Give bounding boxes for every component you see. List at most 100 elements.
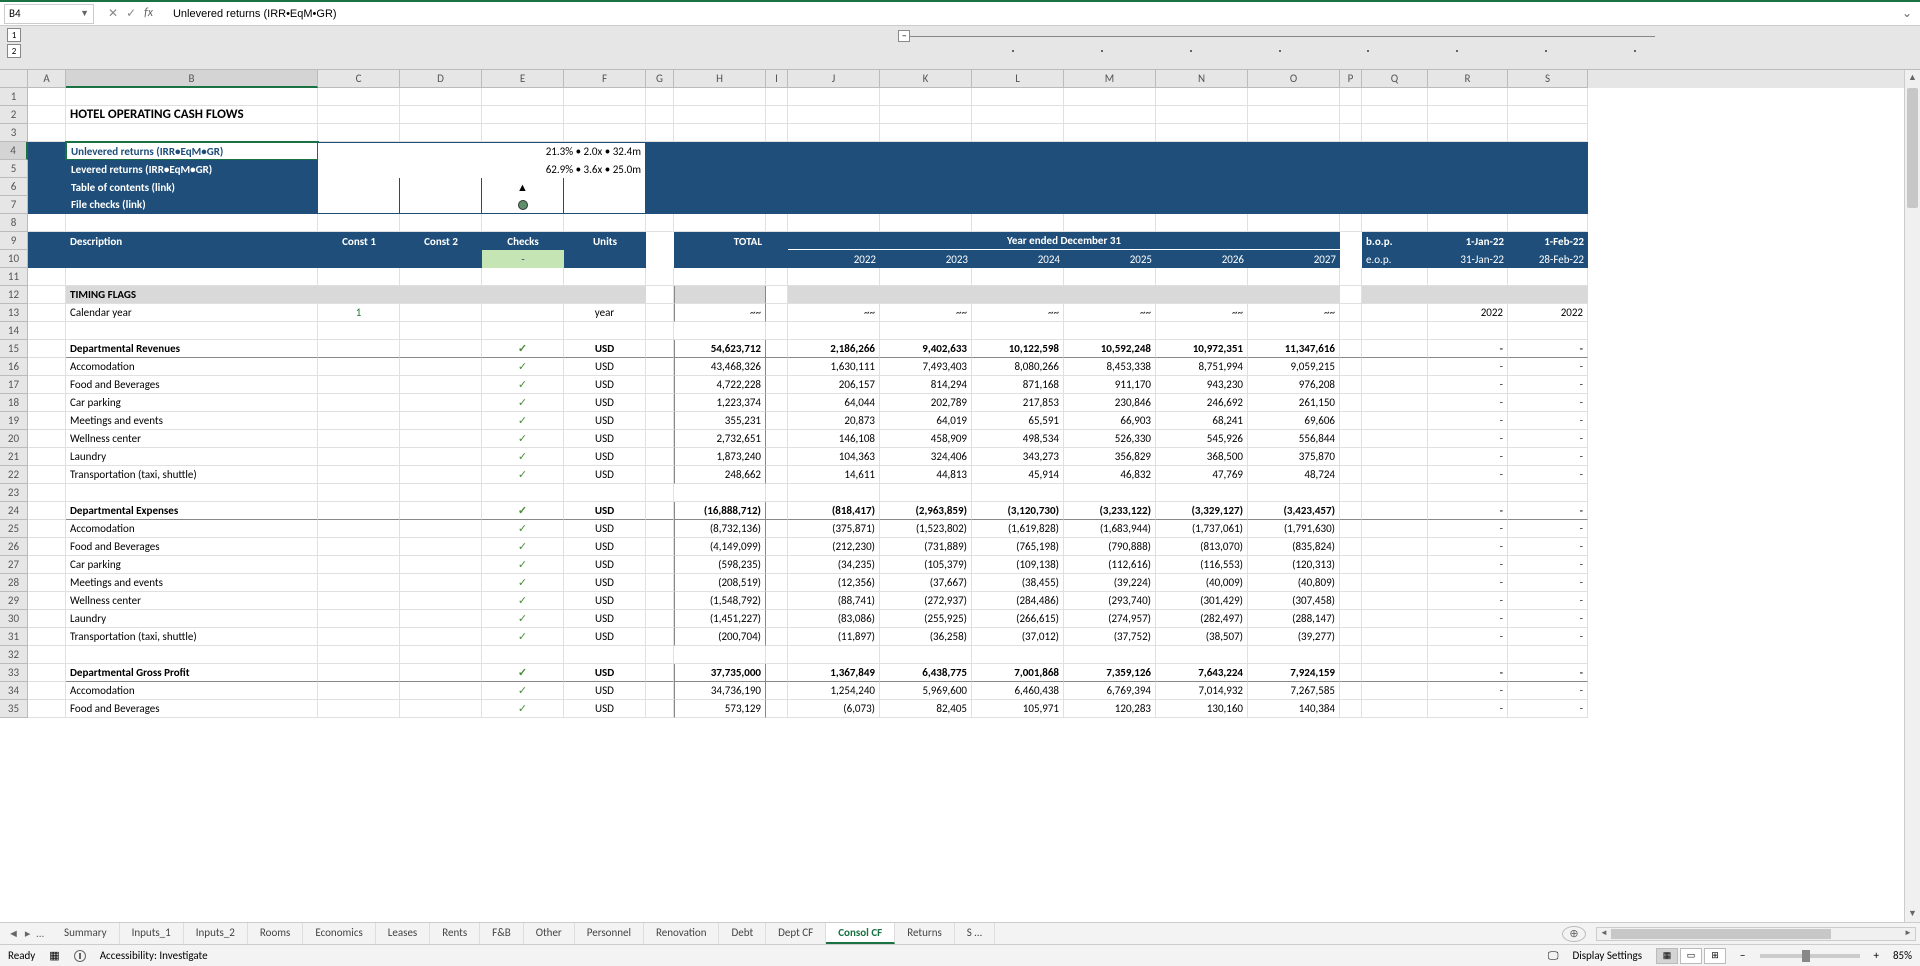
outline-collapse-icon[interactable]: − <box>898 30 910 42</box>
cell[interactable]: (120,313) <box>1248 556 1340 574</box>
cell[interactable] <box>318 124 400 142</box>
cell[interactable]: (255,925) <box>880 610 972 628</box>
cell[interactable] <box>66 322 318 340</box>
cell[interactable]: 2022 <box>1508 304 1588 322</box>
cell[interactable] <box>766 664 788 682</box>
cell[interactable] <box>28 394 66 412</box>
cell[interactable] <box>318 412 400 430</box>
cell[interactable]: (4,149,099) <box>674 538 766 556</box>
cell[interactable]: 9,059,215 <box>1248 358 1340 376</box>
cell[interactable]: (16,888,712) <box>674 502 766 520</box>
sheet-tab[interactable]: Rents <box>430 923 480 944</box>
cell[interactable] <box>66 88 318 106</box>
cell[interactable] <box>28 682 66 700</box>
cell[interactable] <box>646 232 674 250</box>
cell[interactable]: Car parking <box>66 394 318 412</box>
cell[interactable]: 6,769,394 <box>1064 682 1156 700</box>
zoom-level[interactable]: 85% <box>1893 949 1912 962</box>
cell[interactable]: - <box>1428 466 1508 484</box>
cell[interactable] <box>482 646 564 664</box>
cell[interactable] <box>1340 142 1362 160</box>
cell[interactable] <box>400 376 482 394</box>
cell[interactable] <box>66 646 318 664</box>
cell[interactable]: ✓ <box>482 574 564 592</box>
fx-icon[interactable]: fx <box>144 6 153 21</box>
cell[interactable]: (12,356) <box>788 574 880 592</box>
cell[interactable] <box>880 196 972 214</box>
cell[interactable]: USD <box>564 340 646 358</box>
cell[interactable] <box>1428 160 1508 178</box>
cell[interactable]: TIMING FLAGS <box>66 286 318 304</box>
cell[interactable]: 246,692 <box>1156 394 1248 412</box>
cell[interactable] <box>766 610 788 628</box>
cell[interactable] <box>66 268 318 286</box>
col-header-O[interactable]: O <box>1248 70 1340 88</box>
cell[interactable] <box>28 214 66 232</box>
cell[interactable]: Food and Beverages <box>66 376 318 394</box>
cell[interactable] <box>1362 682 1428 700</box>
cell[interactable]: - <box>1428 682 1508 700</box>
cell[interactable] <box>1362 484 1428 502</box>
cell[interactable]: 62.9% • 3.6x • 25.0m <box>318 160 646 178</box>
sheet-tab[interactable]: Economics <box>303 923 375 944</box>
cell[interactable]: USD <box>564 376 646 394</box>
row-header-6[interactable]: 6 <box>0 178 28 196</box>
cell[interactable]: ✓ <box>482 376 564 394</box>
cell[interactable] <box>482 322 564 340</box>
cell[interactable] <box>1156 196 1248 214</box>
cell[interactable] <box>1156 106 1248 124</box>
cell[interactable]: USD <box>564 592 646 610</box>
cell[interactable] <box>564 106 646 124</box>
cell[interactable] <box>318 430 400 448</box>
cell[interactable]: 48,724 <box>1248 466 1340 484</box>
cell[interactable] <box>28 250 66 268</box>
cell[interactable]: 10,592,248 <box>1064 340 1156 358</box>
cell[interactable]: Transportation (taxi, shuttle) <box>66 466 318 484</box>
cell[interactable] <box>1362 106 1428 124</box>
cell[interactable] <box>400 106 482 124</box>
cell[interactable] <box>318 268 400 286</box>
cell[interactable] <box>972 286 1064 304</box>
cell[interactable]: 248,662 <box>674 466 766 484</box>
cell[interactable] <box>482 106 564 124</box>
cell[interactable] <box>1340 484 1362 502</box>
cell[interactable] <box>482 196 564 214</box>
view-page-layout-icon[interactable]: ▭ <box>1680 948 1702 964</box>
cell[interactable]: USD <box>564 502 646 520</box>
cell[interactable] <box>1362 556 1428 574</box>
cell[interactable]: Unlevered returns (IRR•EqM•GR) <box>66 142 318 160</box>
cell[interactable]: 202,789 <box>880 394 972 412</box>
cell[interactable]: 6,460,438 <box>972 682 1064 700</box>
cell[interactable] <box>564 286 646 304</box>
cell[interactable] <box>788 196 880 214</box>
cell[interactable] <box>1248 124 1340 142</box>
cell[interactable]: - <box>1508 538 1588 556</box>
cell[interactable] <box>788 160 880 178</box>
cell[interactable] <box>318 106 400 124</box>
cell[interactable]: Units <box>564 232 646 250</box>
cell[interactable]: - <box>1428 376 1508 394</box>
cell[interactable] <box>400 304 482 322</box>
cell[interactable] <box>674 160 766 178</box>
cell[interactable] <box>674 106 766 124</box>
cell[interactable] <box>28 88 66 106</box>
cell[interactable]: (116,553) <box>1156 556 1248 574</box>
cell[interactable]: USD <box>564 394 646 412</box>
cell[interactable] <box>1340 700 1362 718</box>
cell[interactable] <box>646 430 674 448</box>
row-header-8[interactable]: 8 <box>0 214 28 232</box>
col-header-P[interactable]: P <box>1340 70 1362 88</box>
cell[interactable]: - <box>1428 664 1508 682</box>
cell[interactable]: 34,736,190 <box>674 682 766 700</box>
cell[interactable] <box>1064 160 1156 178</box>
cell[interactable]: (266,615) <box>972 610 1064 628</box>
cell[interactable]: Departmental Revenues <box>66 340 318 358</box>
sheet-tab[interactable]: Dept CF <box>766 923 826 944</box>
cell[interactable] <box>646 412 674 430</box>
cell[interactable]: (37,667) <box>880 574 972 592</box>
cell[interactable] <box>1340 178 1362 196</box>
cell[interactable] <box>788 646 880 664</box>
cell[interactable] <box>646 646 674 664</box>
cell[interactable]: - <box>1428 700 1508 718</box>
cell[interactable] <box>564 322 646 340</box>
